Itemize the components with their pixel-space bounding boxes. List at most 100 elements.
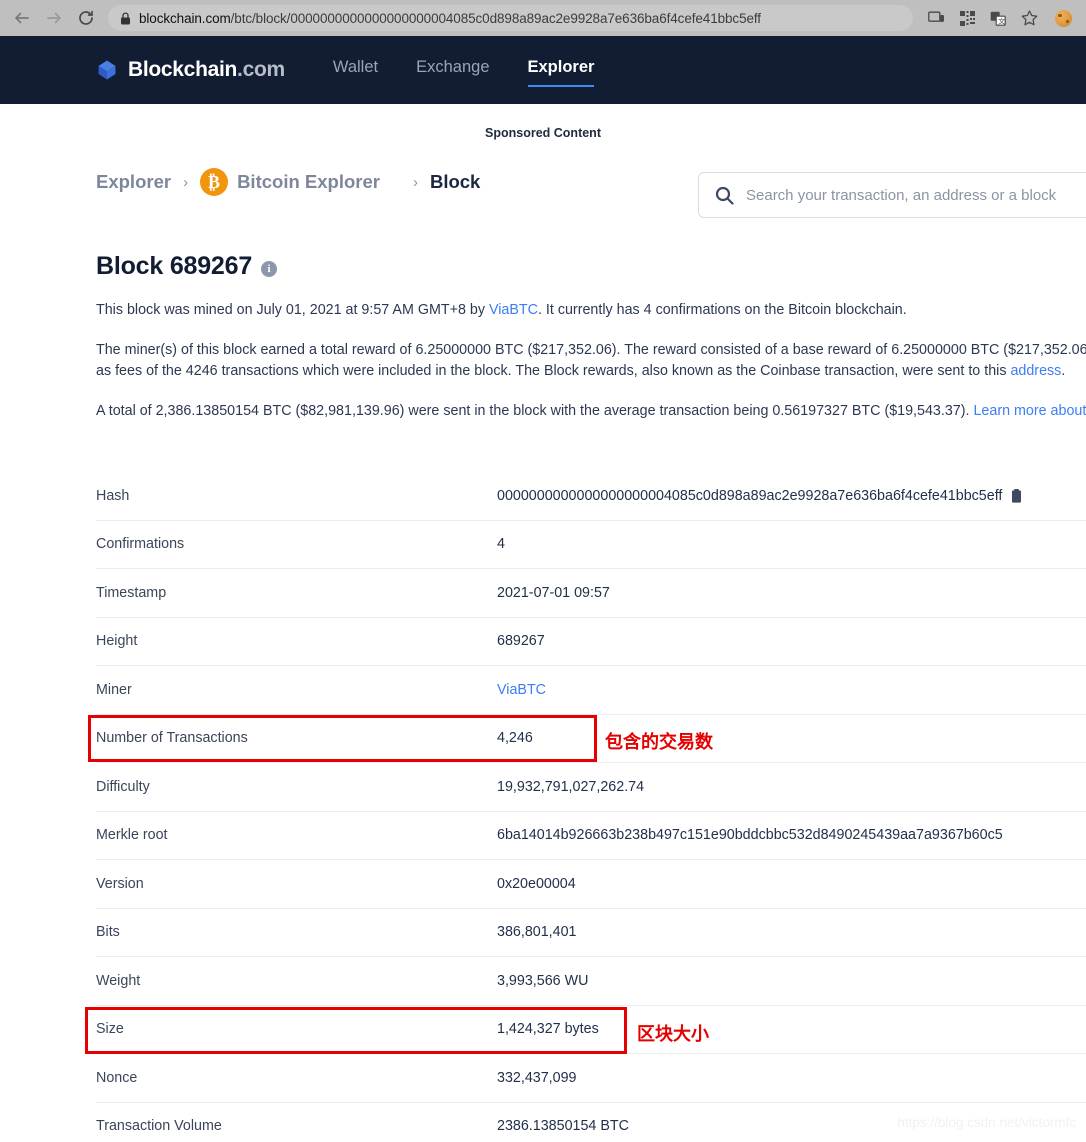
detail-value-cell: 4	[497, 536, 505, 552]
sponsored-content-label: Sponsored Content	[485, 126, 601, 140]
cast-icon[interactable]	[927, 9, 945, 27]
browser-chrome: blockchain.com/btc/block/000000000000000…	[0, 0, 1086, 36]
learn-more-link[interactable]: Learn more about how blocks work	[973, 403, 1086, 419]
breadcrumb-label-bitcoin-explorer: Bitcoin Explorer	[237, 171, 380, 192]
detail-value: 689267	[497, 633, 545, 650]
detail-value: 1,424,327 bytes	[497, 1021, 599, 1038]
address-bar[interactable]: blockchain.com/btc/block/000000000000000…	[108, 5, 913, 31]
p1-text-b: . It currently has 4 confirmations on th…	[537, 302, 907, 318]
profile-avatar[interactable]	[1055, 9, 1072, 27]
nav-link-exchange[interactable]: Exchange	[416, 58, 489, 83]
breadcrumb-label-explorer: Explorer	[96, 171, 172, 192]
detail-key: Transaction Volume	[96, 1118, 222, 1135]
breadcrumb-item-block: Block	[430, 171, 480, 193]
detail-value-cell: 332,437,099	[497, 1070, 577, 1086]
detail-value-cell: 0x20e00004	[497, 876, 576, 892]
annotation-note-size: 区块大小	[637, 1024, 709, 1045]
detail-key: Merkle root	[96, 827, 168, 844]
detail-key: Weight	[96, 972, 141, 989]
bitcoin-icon: ₿	[200, 168, 229, 196]
search-icon	[715, 186, 734, 205]
detail-value-cell: 1,424,327 bytes	[497, 1021, 599, 1037]
detail-key: Version	[96, 875, 144, 892]
site-navbar: Blockchain.com Wallet Exchange Explorer	[0, 36, 1086, 104]
search-bar[interactable]: Search your transaction, an address or a…	[698, 172, 1086, 218]
miner-link-viabtc[interactable]: ViaBTC	[489, 302, 538, 318]
table-row: Version 0x20e00004	[96, 860, 1086, 909]
block-details-table: Hash 0000000000000000000004085c0d898a89ac…	[96, 472, 1086, 1142]
detail-key: Miner	[96, 681, 132, 698]
brand-name: Blockchain.com	[128, 58, 285, 82]
blockchain-cube-icon	[96, 59, 118, 81]
lock-icon	[120, 11, 131, 25]
block-summary-paragraph-1: This block was mined on July 01, 2021 at…	[96, 300, 1086, 321]
breadcrumb-item-bitcoin-explorer[interactable]: ₿ Bitcoin Explorer	[200, 168, 401, 196]
coinbase-address-link[interactable]: address	[1010, 363, 1061, 379]
nav-links: Wallet Exchange Explorer	[333, 58, 594, 87]
nav-link-wallet[interactable]: Wallet	[333, 58, 378, 83]
detail-value-cell: 3,993,566 WU	[497, 973, 588, 989]
detail-value-cell: ViaBTC	[497, 682, 546, 698]
detail-value[interactable]: ViaBTC	[497, 682, 546, 698]
detail-key: Nonce	[96, 1069, 138, 1086]
main-content: Block 689267 i This block was mined on J…	[0, 252, 1086, 1142]
info-icon[interactable]: i	[261, 260, 278, 277]
detail-key: Timestamp	[96, 584, 167, 601]
qr-code-icon[interactable]	[958, 9, 976, 27]
detail-value-cell: 4,246	[497, 730, 533, 746]
detail-value: 0x20e00004	[497, 875, 576, 892]
p2-text-a: The miner(s) of this block earned a tota…	[96, 342, 1086, 379]
detail-key: Difficulty	[96, 778, 150, 795]
brand-name-main: Blockchain	[128, 58, 238, 81]
detail-value-cell: 2021-07-01 09:57	[497, 585, 610, 601]
copy-icon[interactable]	[1011, 488, 1022, 503]
detail-value-cell: 689267	[497, 633, 545, 649]
detail-value: 332,437,099	[497, 1069, 577, 1086]
translate-icon[interactable]: A文	[989, 9, 1007, 27]
svg-text:文: 文	[998, 16, 1005, 25]
table-row: Bits 386,801,401	[96, 909, 1086, 957]
reload-icon[interactable]	[72, 4, 100, 32]
breadcrumb-separator-1: ›	[183, 173, 189, 191]
page-title: Block 689267	[96, 252, 253, 280]
detail-key: Hash	[96, 487, 130, 504]
browser-toolbar-icons: A文	[917, 9, 1078, 27]
page-title-row: Block 689267 i	[96, 252, 1086, 281]
table-row: Height 689267	[96, 618, 1086, 666]
detail-key: Confirmations	[96, 536, 185, 553]
forward-icon[interactable]	[40, 4, 68, 32]
detail-key: Height	[96, 633, 138, 650]
breadcrumb-item-explorer[interactable]: Explorer	[96, 171, 171, 193]
bookmark-star-icon[interactable]	[1020, 9, 1038, 27]
detail-value: 386,801,401	[497, 924, 577, 941]
back-icon[interactable]	[8, 4, 36, 32]
detail-key: Number of Transactions	[96, 730, 248, 747]
table-row: Confirmations 4	[96, 521, 1086, 569]
watermark: https://blog.csdn.net/victormfc	[897, 1115, 1076, 1130]
detail-value-cell: 0000000000000000000004085c0d898a89ac2e99…	[497, 488, 1022, 504]
table-row: Miner ViaBTC	[96, 666, 1086, 715]
detail-value-cell: 19,932,791,027,262.74	[497, 779, 644, 795]
table-row: Number of Transactions 4,246	[96, 715, 1086, 763]
url-path: /btc/block/0000000000000000000004085c0d8…	[230, 10, 761, 26]
brand-logo[interactable]: Blockchain.com	[96, 58, 285, 82]
detail-key: Bits	[96, 924, 120, 941]
table-row: Nonce 332,437,099	[96, 1054, 1086, 1103]
page-root: blockchain.com/btc/block/000000000000000…	[0, 0, 1086, 1142]
nav-link-explorer[interactable]: Explorer	[527, 58, 594, 87]
table-row: Merkle root 6ba14014b926663b238b497c151e9…	[96, 812, 1086, 860]
table-row: Difficulty 19,932,791,027,262.74	[96, 763, 1086, 812]
detail-value-cell: 386,801,401	[497, 924, 577, 940]
detail-value: 4	[497, 536, 505, 553]
table-row: Hash 0000000000000000000004085c0d898a89ac…	[96, 472, 1086, 521]
table-row: Size 1,424,327 bytes	[96, 1006, 1086, 1054]
detail-value: 6ba14014b926663b238b497c151e90bddcbbc532…	[497, 827, 1003, 844]
table-row: Timestamp 2021-07-01 09:57	[96, 569, 1086, 618]
url-host: blockchain.com	[139, 10, 231, 26]
table-row: Weight 3,993,566 WU	[96, 957, 1086, 1006]
search-input-placeholder[interactable]: Search your transaction, an address or a…	[746, 187, 1056, 204]
breadcrumb: Explorer › ₿ Bitcoin Explorer › Block	[96, 168, 480, 196]
p3-text-a: A total of 2,386.13850154 BTC ($82,981,1…	[96, 403, 974, 419]
block-summary-paragraph-2: The miner(s) of this block earned a tota…	[96, 340, 1086, 382]
detail-value: 2386.13850154 BTC	[497, 1118, 629, 1135]
